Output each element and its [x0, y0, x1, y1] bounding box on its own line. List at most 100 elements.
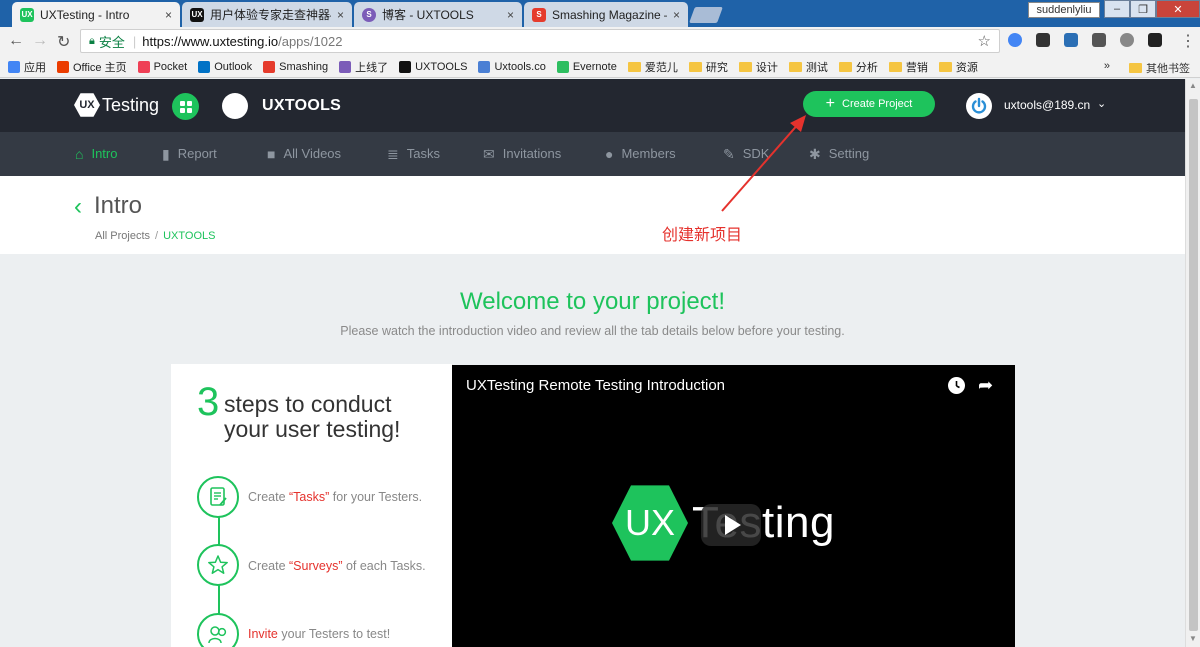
menu-kebab-icon[interactable]: ⋮ [1180, 31, 1196, 51]
extension-evernote-icon[interactable] [1036, 33, 1050, 47]
scrollbar-thumb[interactable] [1189, 99, 1198, 631]
play-button[interactable] [701, 504, 761, 546]
step-text: your Testers to test! [277, 627, 391, 641]
step-highlight: “Tasks” [289, 490, 330, 504]
bookmark-label: Evernote [572, 60, 617, 73]
forward-arrow-icon[interactable]: → [32, 32, 48, 50]
user-avatar[interactable] [966, 93, 992, 119]
bookmark-uxtools[interactable]: UXTOOLS [399, 60, 467, 73]
project-avatar[interactable] [222, 93, 248, 119]
bookmark-pocket[interactable]: Pocket [137, 60, 187, 73]
annotation-label: 创建新项目 [662, 227, 743, 244]
other-bookmarks[interactable]: 其他书签 [1129, 60, 1190, 76]
scroll-down-icon[interactable]: ▼ [1189, 634, 1197, 643]
tab-close-icon[interactable]: × [507, 8, 514, 22]
watch-later-clock-icon[interactable] [948, 377, 965, 394]
browser-tab-blog[interactable]: S 博客 - UXTOOLS × [354, 2, 522, 27]
extension-uxtools-icon[interactable] [1148, 33, 1162, 47]
more-bookmarks-chevron-icon[interactable]: » [1104, 60, 1110, 72]
bookmark-uxtools-co[interactable]: Uxtools.co [478, 60, 546, 73]
smashing-icon [263, 60, 276, 73]
restore-button[interactable]: ❐ [1130, 0, 1156, 18]
page-scrollbar[interactable]: ▲ ▼ [1185, 79, 1200, 647]
tab-close-icon[interactable]: × [337, 8, 344, 22]
bookmark-shangxianle[interactable]: 上线了 [339, 59, 388, 75]
tab-close-icon[interactable]: × [165, 8, 172, 22]
home-icon: ⌂ [75, 145, 84, 162]
uxtools-icon [399, 60, 412, 73]
breadcrumb-all-projects[interactable]: All Projects [95, 230, 150, 242]
shangxianle-icon [339, 60, 352, 73]
browser-tab-uxtesting[interactable]: UX UXTesting - Intro × [12, 2, 180, 27]
create-project-button[interactable]: + Create Project [803, 91, 935, 117]
tab-title: 博客 - UXTOOLS [382, 8, 474, 22]
office-icon [57, 60, 69, 73]
gear-icon: ✱ [809, 145, 821, 162]
tab-report[interactable]: ▮ Report [162, 146, 217, 161]
uxtesting-logo[interactable]: UX Testing [74, 92, 159, 118]
plus-icon: + [825, 95, 836, 112]
profile-name[interactable]: suddenlyliu [1028, 2, 1100, 18]
bookmark-folder[interactable]: 设计 [738, 59, 778, 75]
folder-icon [688, 61, 702, 72]
bookmark-folder[interactable]: 资源 [938, 59, 978, 75]
divider: | [132, 33, 137, 49]
window-close-button[interactable]: ✕ [1156, 0, 1200, 18]
intro-video-player[interactable]: UXTesting Remote Testing Introduction ➦ … [452, 365, 1015, 647]
browser-tab-smashing[interactable]: S Smashing Magazine – × [524, 2, 688, 27]
bookmark-folder[interactable]: 测试 [788, 59, 828, 75]
bookmark-evernote[interactable]: Evernote [556, 60, 617, 73]
scroll-up-icon[interactable]: ▲ [1189, 81, 1197, 90]
bookmark-office[interactable]: Office 主页 [57, 59, 127, 75]
star-icon [197, 544, 239, 586]
bookmark-apps[interactable]: 应用 [8, 59, 46, 75]
tab-label: Report [177, 146, 217, 161]
tab-tasks[interactable]: ≣ Tasks [387, 146, 440, 161]
bookmark-folder[interactable]: 分析 [838, 59, 878, 75]
bookmark-star-icon[interactable]: ☆ [978, 32, 991, 50]
address-bar[interactable]: 🔒︎ 安全 | https://www.uxtesting.io/apps/10… [80, 29, 1000, 53]
back-chevron-icon[interactable]: ‹ [74, 193, 82, 221]
extension-screenshot-icon[interactable] [1064, 33, 1078, 47]
folder-icon [838, 61, 852, 72]
bookmark-label: Smashing [279, 60, 329, 73]
folder-icon [1129, 63, 1142, 73]
tab-intro[interactable]: ⌂ Intro [75, 146, 117, 161]
apps-grid-button[interactable] [172, 93, 199, 120]
invite-users-icon [197, 613, 239, 647]
extension-pocket-icon[interactable] [1092, 33, 1106, 47]
bar-chart-icon: ▮ [162, 145, 170, 162]
uxtools-co-icon [478, 60, 491, 73]
bookmark-label: 其他书签 [1146, 63, 1190, 75]
tab-all-videos[interactable]: ■ All Videos [267, 146, 341, 161]
document-icon [197, 476, 239, 518]
bookmark-outlook[interactable]: Outlook [198, 60, 252, 73]
tab-setting[interactable]: ✱ Setting [809, 146, 869, 161]
bookmark-folder[interactable]: 研究 [688, 59, 728, 75]
video-title[interactable]: UXTesting Remote Testing Introduction [466, 377, 725, 394]
tab-members[interactable]: ● Members [605, 146, 676, 161]
bookmark-smashing[interactable]: Smashing [263, 60, 329, 73]
step-highlight[interactable]: Invite [248, 627, 278, 641]
tab-sdk[interactable]: ✎ SDK [723, 146, 769, 161]
project-tabs: ⌂ Intro ▮ Report ■ All Videos ≣ Tasks ✉ Invit… [0, 132, 1185, 176]
extension-globe-icon[interactable] [1008, 33, 1022, 47]
tab-invitations[interactable]: ✉ Invitations [483, 146, 561, 161]
bookmark-folder[interactable]: 爱范儿 [627, 59, 678, 75]
bookmark-label: 测试 [805, 61, 828, 74]
tab-close-icon[interactable]: × [673, 8, 680, 22]
step-highlight: “Surveys” [289, 559, 343, 573]
user-email[interactable]: uxtools@189.cn [1004, 98, 1090, 112]
extension-vpn-icon[interactable] [1120, 33, 1134, 47]
back-arrow-icon[interactable]: ← [8, 32, 24, 50]
browser-tab-uxtools-article[interactable]: UX 用户体验专家走查神器— × [182, 2, 352, 27]
outlook-icon [198, 60, 211, 73]
project-name[interactable]: UXTOOLS [262, 97, 341, 115]
bookmark-folder[interactable]: 营销 [888, 59, 928, 75]
new-tab-button[interactable] [689, 7, 723, 23]
chevron-down-icon[interactable]: ⌄ [1097, 97, 1106, 110]
reload-icon[interactable]: ↻ [57, 32, 70, 52]
minimize-button[interactable]: – [1104, 0, 1130, 18]
folder-icon [627, 61, 641, 72]
share-arrow-icon[interactable]: ➦ [978, 375, 993, 396]
